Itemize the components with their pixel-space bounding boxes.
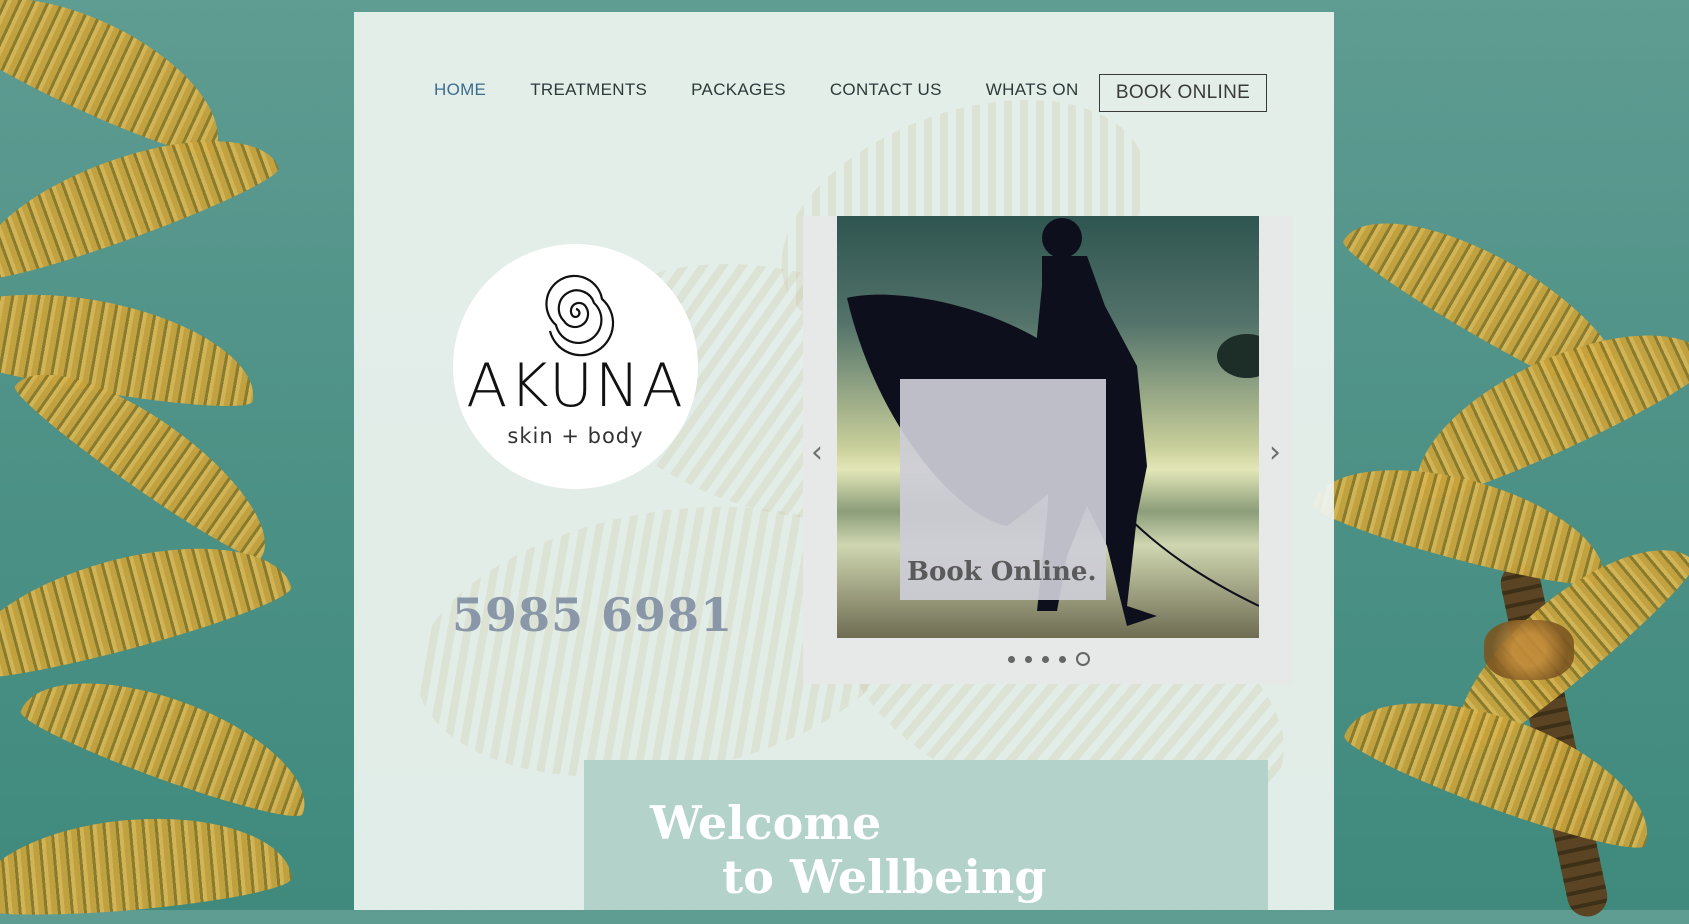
- slide-dot-3[interactable]: [1042, 655, 1049, 663]
- logo-tagline: skin + body: [507, 424, 644, 448]
- slide-dot-1[interactable]: [1008, 655, 1015, 663]
- welcome-section: Welcome to Wellbeing: [584, 760, 1268, 910]
- slide-dot-2[interactable]: [1025, 655, 1032, 663]
- nav-contact-us[interactable]: CONTACT US: [830, 80, 942, 100]
- chevron-left-icon[interactable]: ‹: [811, 438, 823, 468]
- background-palm-left: [0, 0, 354, 924]
- nav-packages[interactable]: PACKAGES: [691, 80, 786, 100]
- background-palm-right: [1308, 0, 1689, 921]
- logo-wordmark: AKUNA: [466, 351, 685, 421]
- nav-treatments[interactable]: TREATMENTS: [530, 80, 647, 100]
- logo[interactable]: AKUNA skin + body: [453, 244, 698, 489]
- nav-home[interactable]: HOME: [434, 80, 486, 100]
- slide-indicators: [1008, 652, 1090, 666]
- chevron-right-icon[interactable]: ›: [1269, 438, 1281, 468]
- spiral-icon: [544, 274, 614, 357]
- main-nav: HOME TREATMENTS PACKAGES CONTACT US WHAT…: [434, 80, 1123, 100]
- slide-dot-4[interactable]: [1059, 655, 1066, 663]
- book-online-button[interactable]: BOOK ONLINE: [1099, 74, 1267, 112]
- welcome-heading-line1: Welcome: [650, 796, 882, 850]
- slide-image-surfer[interactable]: Book Online.: [837, 216, 1259, 638]
- book-online-overlay-text[interactable]: Book Online.: [907, 557, 1097, 587]
- slide-dot-5-current[interactable]: [1076, 652, 1090, 666]
- slideshow: Book Online. ‹ ›: [803, 216, 1293, 684]
- nav-whats-on[interactable]: WHATS ON: [986, 80, 1079, 100]
- welcome-heading-line2: to Wellbeing: [722, 850, 1047, 904]
- phone-number: 5985 6981: [452, 588, 734, 642]
